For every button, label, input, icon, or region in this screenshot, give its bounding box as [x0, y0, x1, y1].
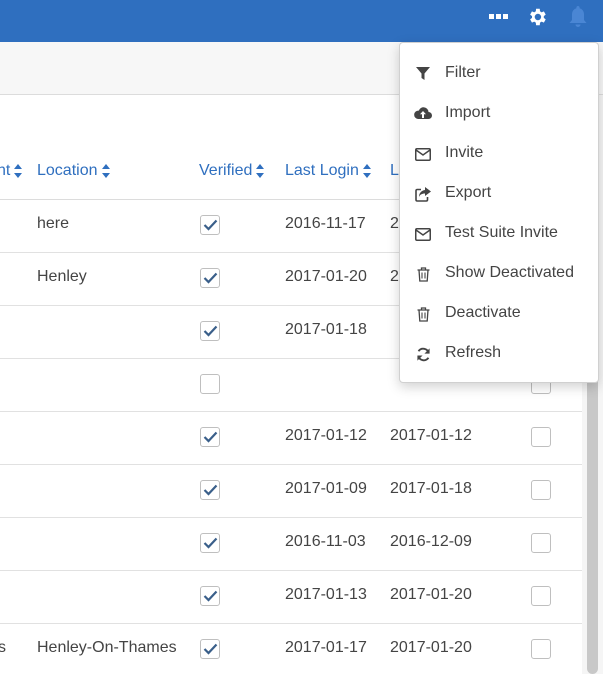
cell-last-login: 2017-01-13 [285, 586, 367, 603]
cell-partial-right: 2 [390, 268, 399, 285]
menu-item-label: Deactivate [445, 304, 521, 321]
verified-checkbox[interactable] [200, 427, 220, 447]
menu-item-show-deactivated[interactable]: Show Deactivated [400, 254, 598, 294]
more-dots-icon[interactable] [487, 0, 511, 34]
menu-item-label: Export [445, 184, 492, 201]
row-select-checkbox[interactable] [531, 639, 551, 659]
refresh-icon [414, 346, 432, 362]
cell-partial: s [0, 639, 6, 656]
cell-partial-right: 2017-01-18 [390, 480, 472, 497]
sort-icon [256, 164, 265, 178]
menu-item-label: Show Deactivated [445, 264, 574, 281]
envelope-icon [414, 226, 432, 242]
cell-last-login: 2017-01-12 [285, 427, 367, 444]
column-header-label: nt [0, 162, 11, 179]
row-select-checkbox[interactable] [531, 427, 551, 447]
share-icon [414, 186, 432, 202]
column-header-label: Location [37, 162, 98, 179]
sort-icon [14, 164, 23, 178]
column-header-partial[interactable]: nt [0, 162, 23, 180]
row-select-checkbox[interactable] [531, 533, 551, 553]
menu-item-refresh[interactable]: Refresh [400, 334, 598, 374]
table-row[interactable]: 2017-01-09 2017-01-18 [0, 465, 582, 518]
trash-icon [414, 306, 432, 322]
cell-last-login: 2017-01-09 [285, 480, 367, 497]
row-select-checkbox[interactable] [531, 480, 551, 500]
verified-checkbox[interactable] [200, 321, 220, 341]
table-row[interactable]: s Henley-On-Thames 2017-01-17 2017-01-20 [0, 624, 582, 674]
verified-checkbox[interactable] [200, 215, 220, 235]
cell-partial-right: 2017-01-20 [390, 639, 472, 656]
column-header-location[interactable]: Location [37, 162, 111, 180]
menu-item-import[interactable]: Import [400, 94, 598, 134]
column-header-partial-right[interactable]: L [390, 162, 399, 180]
cell-location: Henley-On-Thames [37, 639, 177, 656]
column-header-label: Last Login [285, 162, 359, 179]
table-row[interactable]: 2017-01-12 2017-01-12 [0, 412, 582, 465]
sort-icon [101, 164, 111, 178]
column-header-label: Verified [199, 162, 253, 179]
cell-partial-right: 2017-01-20 [390, 586, 472, 603]
trash-icon [414, 266, 432, 282]
column-header-last-login[interactable]: Last Login [285, 162, 372, 180]
cell-partial-right: 2 [390, 215, 399, 232]
cell-location: Henley [37, 268, 87, 285]
row-select-checkbox[interactable] [531, 586, 551, 606]
filter-icon [414, 66, 432, 82]
scrollbar-thumb[interactable] [587, 375, 598, 674]
menu-item-invite[interactable]: Invite [400, 134, 598, 174]
envelope-icon [414, 146, 432, 162]
cell-location: here [37, 215, 70, 232]
verified-checkbox[interactable] [200, 639, 220, 659]
top-navbar [0, 0, 603, 42]
verified-checkbox[interactable] [200, 480, 220, 500]
cell-last-login: 2017-01-20 [285, 268, 367, 285]
menu-item-label: Import [445, 104, 491, 121]
cloud-upload-icon [414, 106, 432, 122]
table-row[interactable]: 2017-01-13 2017-01-20 [0, 571, 582, 624]
menu-item-export[interactable]: Export [400, 174, 598, 214]
sort-icon [362, 164, 372, 178]
menu-item-deactivate[interactable]: Deactivate [400, 294, 598, 334]
verified-checkbox[interactable] [200, 533, 220, 553]
verified-checkbox[interactable] [200, 268, 220, 288]
cell-last-login: 2017-01-18 [285, 321, 367, 338]
cell-last-login: 2016-11-03 [285, 533, 366, 550]
menu-item-filter[interactable]: Filter [400, 54, 598, 94]
cell-last-login: 2017-01-17 [285, 639, 367, 656]
menu-item-label: Refresh [445, 344, 502, 361]
menu-item-test-suite-invite[interactable]: Test Suite Invite [400, 214, 598, 254]
cell-partial-right: 2017-01-12 [390, 427, 472, 444]
cell-partial-right: 2016-12-09 [390, 533, 472, 550]
menu-item-label: Test Suite Invite [445, 224, 558, 241]
column-header-verified[interactable]: Verified [199, 162, 265, 180]
verified-checkbox[interactable] [200, 586, 220, 606]
cell-last-login: 2016-11-17 [285, 215, 366, 232]
menu-item-label: Invite [445, 144, 484, 161]
bell-icon[interactable] [566, 0, 590, 34]
gear-icon[interactable] [525, 0, 549, 34]
settings-dropdown-menu: Filter Import Invite Export Test Suite I… [399, 42, 599, 383]
column-header-label: L [390, 162, 399, 179]
table-row[interactable]: 2016-11-03 2016-12-09 [0, 518, 582, 571]
menu-item-label: Filter [445, 64, 481, 81]
verified-checkbox[interactable] [200, 374, 220, 394]
